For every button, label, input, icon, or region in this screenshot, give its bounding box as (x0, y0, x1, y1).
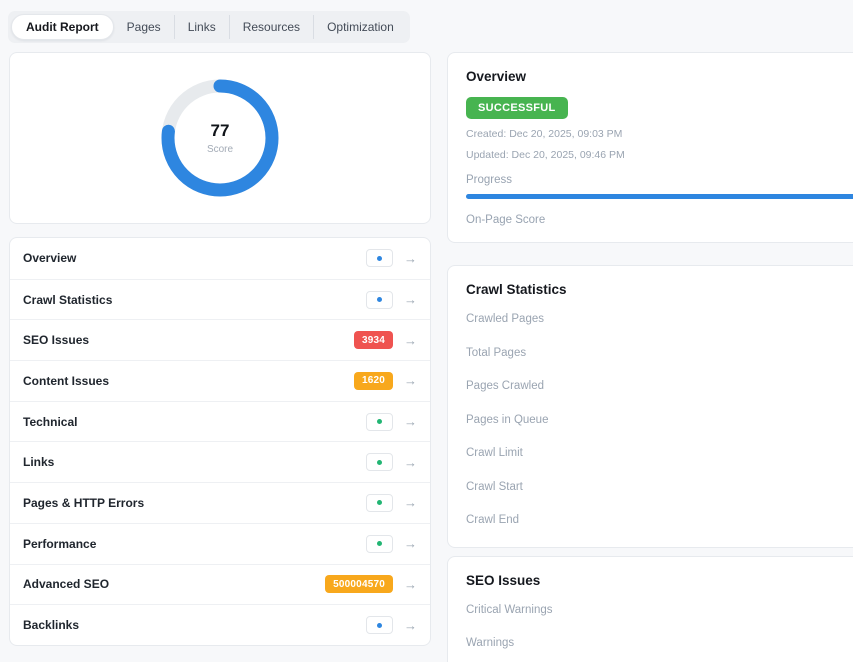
created-timestamp: Created: Dec 20, 2025, 09:03 PM (466, 128, 853, 140)
updated-timestamp: Updated: Dec 20, 2025, 09:46 PM (466, 149, 853, 161)
arrow-right-icon[interactable]: → (404, 334, 417, 347)
arrow-right-icon[interactable]: → (404, 496, 417, 509)
report-sections-list: Overview → Crawl Statistics → SEO Issues… (9, 237, 431, 646)
stat-crawl-end: Crawl End (466, 503, 853, 537)
tab-pages[interactable]: Pages (114, 15, 174, 39)
nav-label: Performance (23, 537, 96, 551)
nav-label: SEO Issues (23, 333, 89, 347)
count-badge: 500004570 (325, 575, 393, 593)
arrow-right-icon[interactable]: → (404, 537, 417, 550)
sidebar-item-links[interactable]: Links → (10, 441, 430, 482)
nav-label: Crawl Statistics (23, 293, 112, 307)
count-badge: 1620 (354, 372, 393, 390)
overview-panel-title: Overview (466, 69, 853, 84)
sidebar-item-performance[interactable]: Performance → (10, 523, 430, 564)
status-badge (366, 453, 393, 471)
stat-total-pages: Total Pages (466, 336, 853, 370)
nav-label: Pages & HTTP Errors (23, 496, 144, 510)
stat-pages-crawled: Pages Crawled (466, 369, 853, 403)
tab-audit-report[interactable]: Audit Report (11, 14, 114, 40)
tab-resources[interactable]: Resources (229, 15, 313, 39)
arrow-right-icon[interactable]: → (404, 619, 417, 632)
sidebar-item-pages-http-errors[interactable]: Pages & HTTP Errors → (10, 482, 430, 523)
arrow-right-icon[interactable]: → (404, 293, 417, 306)
seo-issues-title: SEO Issues (466, 573, 853, 588)
nav-label: Technical (23, 415, 77, 429)
audit-report-page: Audit Report Pages Links Resources Optim… (0, 0, 853, 662)
stat-crawl-start: Crawl Start (466, 470, 853, 504)
progress-label: Progress (466, 174, 853, 186)
arrow-right-icon[interactable]: → (404, 456, 417, 469)
stat-pages-in-queue: Pages in Queue (466, 403, 853, 437)
stat-crawled-pages: Crawled Pages (466, 302, 853, 336)
score-label: Score (207, 144, 233, 155)
arrow-right-icon[interactable]: → (404, 374, 417, 387)
tab-links[interactable]: Links (174, 15, 229, 39)
status-badge (366, 616, 393, 634)
arrow-right-icon[interactable]: → (404, 415, 417, 428)
status-badge (366, 413, 393, 431)
status-badge (366, 494, 393, 512)
stat-crawl-limit: Crawl Limit (466, 436, 853, 470)
nav-label: Links (23, 455, 54, 469)
nav-label: Content Issues (23, 374, 109, 388)
nav-label: Overview (23, 251, 76, 265)
sidebar-item-advanced-seo[interactable]: Advanced SEO 500004570 → (10, 564, 430, 605)
overview-panel: Overview SUCCESSFUL Created: Dec 20, 202… (447, 52, 853, 243)
progress-fill (466, 194, 853, 199)
crawl-statistics-title: Crawl Statistics (466, 282, 853, 297)
seo-issues-panel: SEO Issues Critical Warnings Warnings Pa… (447, 556, 853, 662)
audit-status-badge: SUCCESSFUL (466, 97, 568, 119)
score-value: 77 (211, 121, 230, 141)
onpage-score-label: On-Page Score (466, 214, 853, 226)
count-badge: 3934 (354, 331, 393, 349)
status-badge (366, 249, 393, 267)
sidebar-item-technical[interactable]: Technical → (10, 401, 430, 442)
sidebar-item-overview[interactable]: Overview → (10, 238, 430, 279)
sidebar-item-backlinks[interactable]: Backlinks → (10, 604, 430, 645)
top-tabbar: Audit Report Pages Links Resources Optim… (8, 11, 410, 43)
sidebar-item-crawl-statistics[interactable]: Crawl Statistics → (10, 279, 430, 320)
arrow-right-icon[interactable]: → (404, 252, 417, 265)
score-card: 77 Score (9, 52, 431, 224)
crawl-statistics-panel: Crawl Statistics Crawled Pages Total Pag… (447, 265, 853, 548)
status-badge (366, 535, 393, 553)
score-gauge: 77 Score (158, 76, 282, 200)
progress-bar (466, 194, 853, 199)
arrow-right-icon[interactable]: → (404, 578, 417, 591)
tab-optimization[interactable]: Optimization (313, 15, 407, 39)
nav-label: Advanced SEO (23, 577, 109, 591)
sidebar-item-content-issues[interactable]: Content Issues 1620 → (10, 360, 430, 401)
nav-label: Backlinks (23, 618, 79, 632)
stat-critical-warnings: Critical Warnings (466, 593, 853, 627)
sidebar-item-seo-issues[interactable]: SEO Issues 3934 → (10, 319, 430, 360)
status-badge (366, 291, 393, 309)
stat-warnings: Warnings (466, 626, 853, 660)
